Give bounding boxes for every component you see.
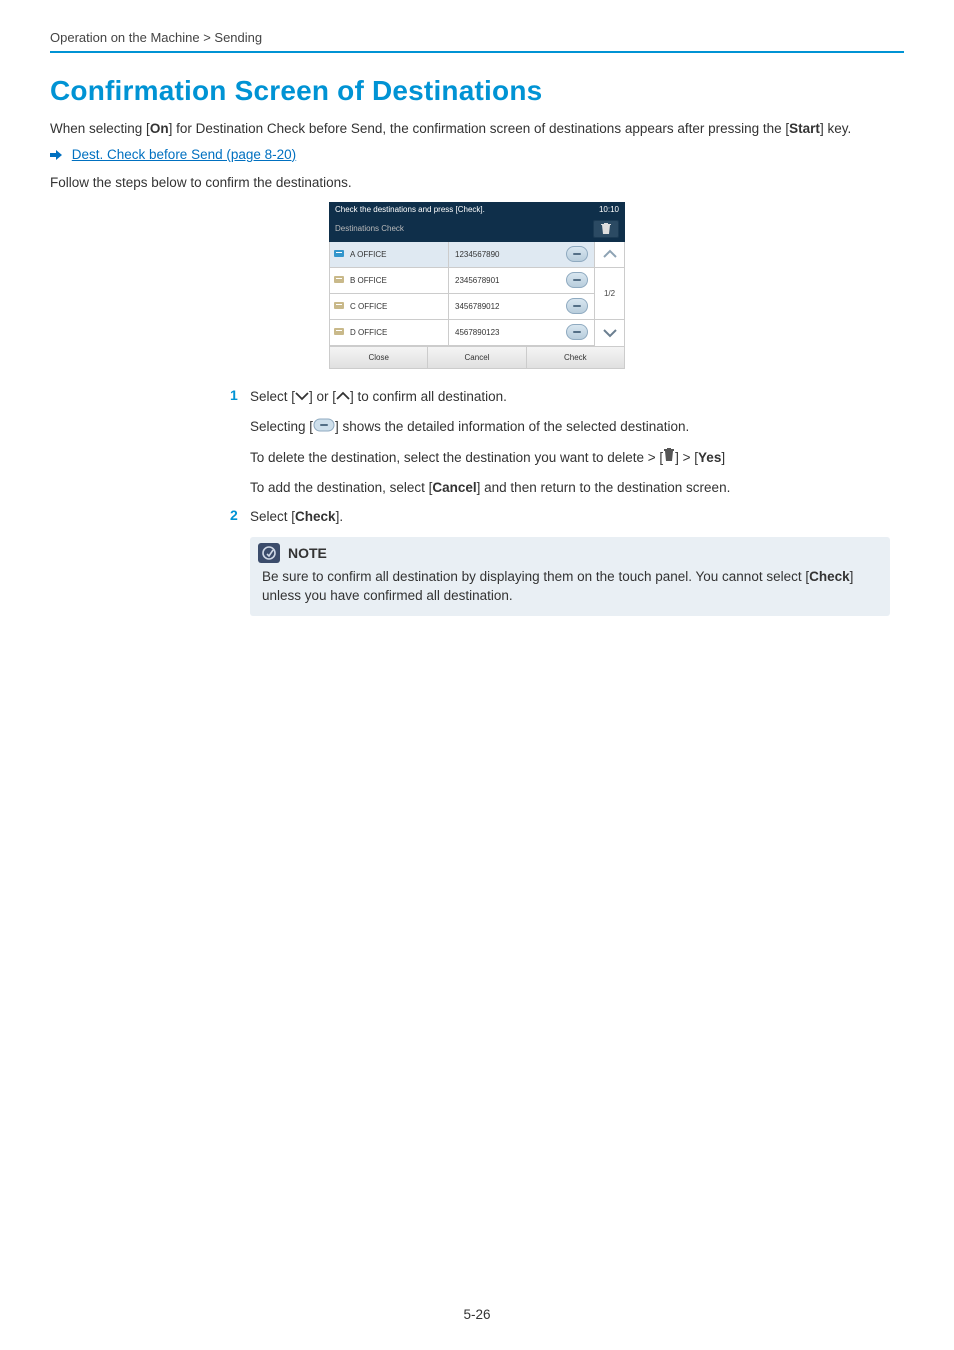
note-icon xyxy=(258,543,280,563)
step2-text: ]. xyxy=(336,509,344,524)
follow-text: Follow the steps below to confirm the de… xyxy=(50,173,904,193)
step-number: 1 xyxy=(230,387,250,499)
start-literal: Start xyxy=(789,121,820,136)
check-literal: Check xyxy=(295,509,336,524)
cancel-literal: Cancel xyxy=(432,480,476,495)
step1-sub1: ] shows the detailed information of the … xyxy=(335,419,689,434)
destination-name: C OFFICE xyxy=(348,302,448,311)
scroll-down-button[interactable] xyxy=(595,320,624,346)
destination-row[interactable]: D OFFICE4567890123 xyxy=(330,320,594,346)
destination-info-button[interactable] xyxy=(566,324,588,340)
close-button[interactable]: Close xyxy=(330,347,428,368)
panel-titlebar: Check the destinations and press [Check]… xyxy=(329,202,625,218)
destination-info-button[interactable] xyxy=(566,298,588,314)
chevron-up-icon xyxy=(336,387,350,407)
step1-text: Select [ xyxy=(250,389,295,404)
intro-text: ] key. xyxy=(820,121,851,136)
intro-paragraph: When selecting [On] for Destination Chec… xyxy=(50,119,904,139)
step-2: 2 Select [Check]. xyxy=(230,507,870,527)
intro-text: When selecting [ xyxy=(50,121,150,136)
destination-type-icon xyxy=(330,299,348,314)
destination-info-button[interactable] xyxy=(566,246,588,262)
header-rule xyxy=(50,51,904,53)
destination-row[interactable]: A OFFICE1234567890 xyxy=(330,242,594,268)
step1-sub2: ] xyxy=(721,450,725,465)
note-text: Be sure to confirm all destination by di… xyxy=(262,569,809,584)
destination-name: A OFFICE xyxy=(348,250,448,259)
intro-text: ] for Destination Check before Send, the… xyxy=(169,121,790,136)
destination-name: B OFFICE xyxy=(348,276,448,285)
crossref-link[interactable]: Dest. Check before Send (page 8-20) xyxy=(72,147,296,162)
step1-text: ] to confirm all destination. xyxy=(350,389,507,404)
chevron-down-icon xyxy=(295,387,309,407)
trash-icon xyxy=(663,448,675,468)
destination-row[interactable]: B OFFICE2345678901 xyxy=(330,268,594,294)
page-number: 5-26 xyxy=(0,1307,954,1322)
destination-number: 2345678901 xyxy=(448,268,560,293)
check-literal: Check xyxy=(809,569,850,584)
info-pill-icon xyxy=(313,418,335,438)
panel-title: Check the destinations and press [Check]… xyxy=(335,205,485,214)
step2-text: Select [ xyxy=(250,509,295,524)
destination-type-icon xyxy=(330,247,348,262)
destination-type-icon xyxy=(330,325,348,340)
scroll-up-button[interactable] xyxy=(595,242,624,269)
step1-sub2: ] > [ xyxy=(675,450,698,465)
destination-row[interactable]: C OFFICE3456789012 xyxy=(330,294,594,320)
crossref-link-row: Dest. Check before Send (page 8-20) xyxy=(50,147,904,163)
on-literal: On xyxy=(150,121,169,136)
yes-literal: Yes xyxy=(698,450,721,465)
page-indicator: 1/2 xyxy=(595,268,624,320)
step-1: 1 Select [ ] or [ ] to confirm all destina… xyxy=(230,387,870,499)
step-number: 2 xyxy=(230,507,250,527)
breadcrumb: Operation on the Machine > Sending xyxy=(50,30,904,51)
destination-number: 4567890123 xyxy=(448,320,560,345)
note-box: NOTE Be sure to confirm all destination … xyxy=(250,537,890,616)
trash-icon[interactable] xyxy=(593,220,619,238)
panel-subtitle: Destinations Check xyxy=(335,224,593,233)
step1-sub3: ] and then return to the destination scr… xyxy=(477,480,731,495)
page-title: Confirmation Screen of Destinations xyxy=(50,75,904,107)
panel-subbar: Destinations Check xyxy=(329,218,625,242)
touch-panel-figure: Check the destinations and press [Check]… xyxy=(329,202,625,369)
note-label: NOTE xyxy=(288,545,327,561)
step1-sub2: To delete the destination, select the de… xyxy=(250,450,663,465)
step1-text: ] or [ xyxy=(309,389,336,404)
link-arrow-icon xyxy=(50,148,62,163)
check-button[interactable]: Check xyxy=(527,347,624,368)
panel-time: 10:10 xyxy=(599,205,619,215)
note-body: Be sure to confirm all destination by di… xyxy=(250,567,890,606)
destination-type-icon xyxy=(330,273,348,288)
destination-number: 1234567890 xyxy=(448,242,560,267)
destination-name: D OFFICE xyxy=(348,328,448,337)
destination-number: 3456789012 xyxy=(448,294,560,319)
step1-sub1: Selecting [ xyxy=(250,419,313,434)
destination-info-button[interactable] xyxy=(566,272,588,288)
step1-sub3: To add the destination, select [ xyxy=(250,480,432,495)
cancel-button[interactable]: Cancel xyxy=(428,347,526,368)
